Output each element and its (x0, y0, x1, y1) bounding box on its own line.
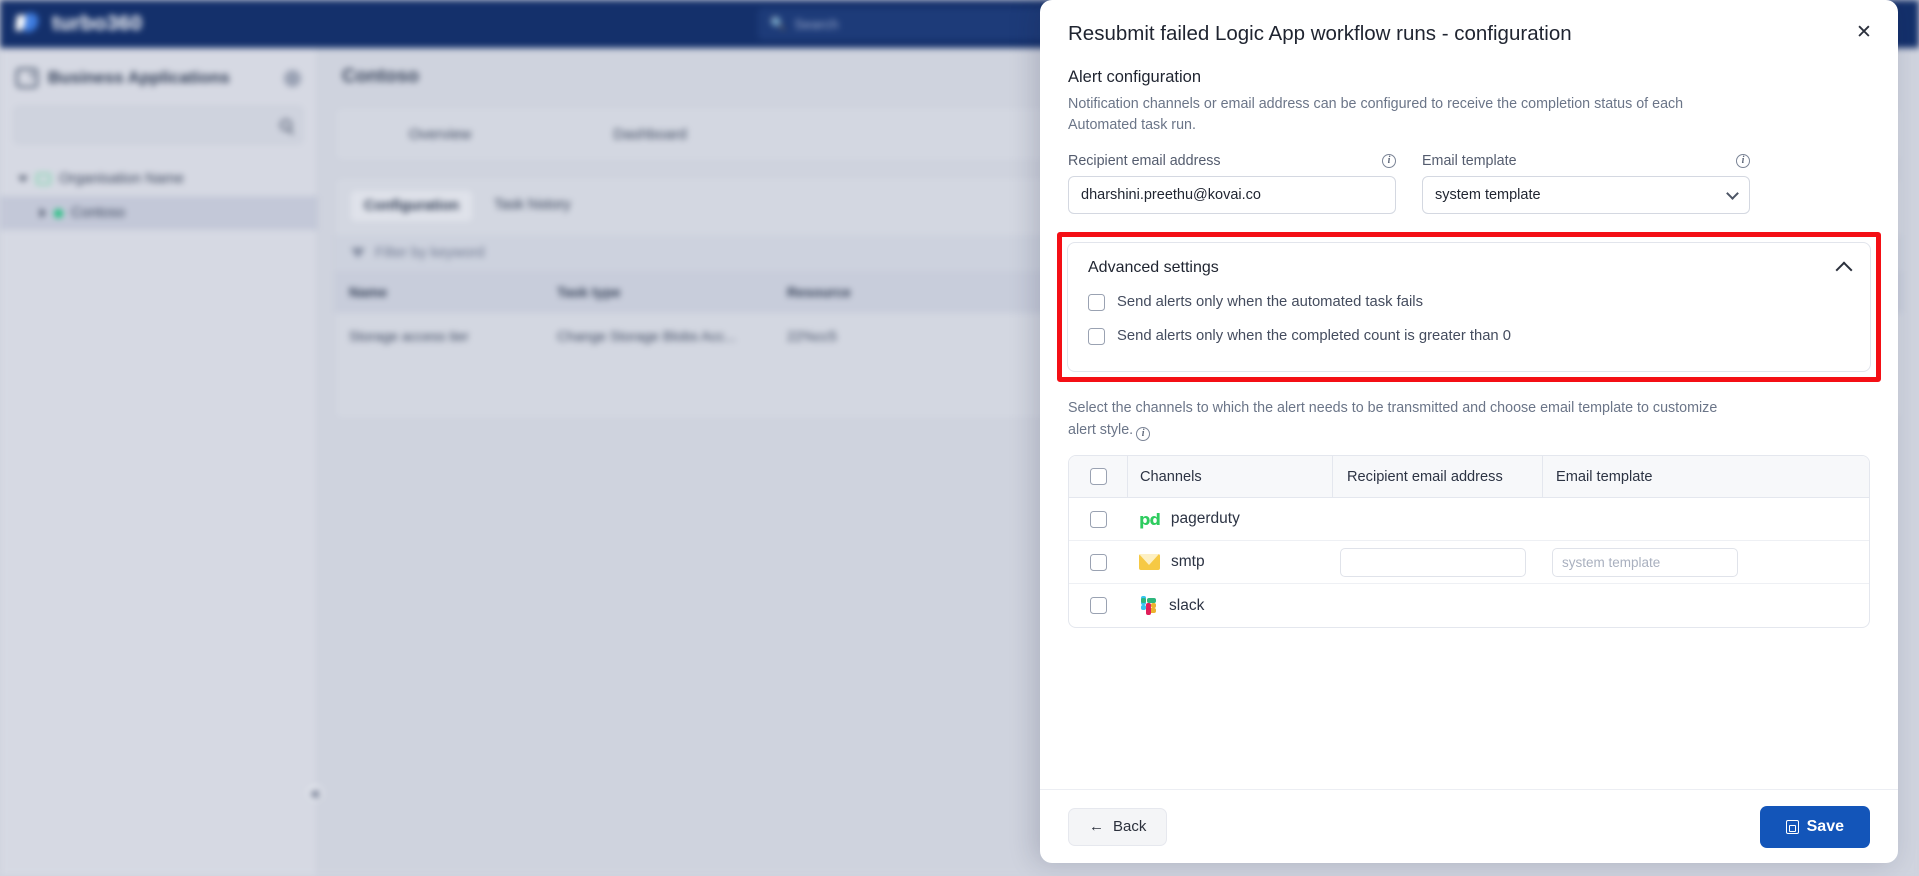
arrow-left-icon: ← (1089, 818, 1104, 835)
email-template-label: Email template (1422, 153, 1517, 170)
column-header-resource: Resource (787, 284, 851, 300)
channels-table: Channels Recipient email address Email t… (1068, 455, 1870, 629)
advanced-option-row[interactable]: Send alerts only when the automated task… (1088, 285, 1850, 319)
advanced-settings-highlight: Advanced settings Send alerts only when … (1057, 232, 1881, 383)
alert-configuration-description: Notification channels or email address c… (1068, 96, 1684, 133)
smtp-recipient-email-input[interactable] (1340, 547, 1526, 577)
channel-row-smtp[interactable]: smtp (1069, 541, 1869, 585)
cell-name: Storage access tier (349, 328, 469, 344)
checkbox-channel-slack[interactable] (1089, 597, 1107, 615)
save-button[interactable]: Save (1759, 805, 1870, 848)
info-icon[interactable]: i (1382, 154, 1396, 169)
cell-resource: 22%cc5 (787, 328, 837, 344)
recipient-email-label: Recipient email address (1068, 153, 1221, 170)
channels-description: Select the channels to which the alert n… (1068, 398, 1744, 441)
chevron-right-icon (40, 208, 46, 218)
column-header-recipient-email: Recipient email address (1332, 456, 1542, 498)
smtp-envelope-icon (1139, 554, 1160, 571)
recipient-email-input[interactable] (1068, 176, 1396, 215)
gear-icon[interactable] (284, 69, 301, 87)
checkbox-channel-pagerduty[interactable] (1089, 510, 1107, 528)
recipient-email-field-group: Recipient email address i (1068, 153, 1396, 215)
turbo360-logo-icon (14, 11, 40, 37)
checkbox-alert-on-completed-count[interactable] (1088, 327, 1105, 345)
status-dot-icon (54, 208, 63, 218)
channels-description-text: Select the channels to which the alert n… (1068, 400, 1718, 438)
advanced-option-row[interactable]: Send alerts only when the completed coun… (1088, 319, 1850, 353)
column-header-task-type: Task type (557, 284, 621, 300)
search-icon (280, 119, 292, 131)
sidebar: Business Applications Organisation Name … (0, 48, 318, 876)
email-template-select[interactable] (1422, 176, 1750, 215)
column-header-channels: Channels (1127, 456, 1332, 498)
channel-name-label: smtp (1171, 553, 1205, 571)
alert-fields-row: Recipient email address i Email template… (1068, 153, 1870, 215)
global-search-box[interactable]: 🔍 Search (758, 8, 1068, 40)
back-button-label: Back (1113, 818, 1147, 835)
checkbox-alert-on-failure[interactable] (1088, 293, 1105, 311)
brand-name: turbo360 (52, 12, 143, 35)
advanced-settings-title: Advanced settings (1088, 259, 1219, 277)
close-icon[interactable]: ✕ (1850, 18, 1878, 46)
business-applications-icon (16, 66, 38, 88)
modal-footer: ← Back Save (1040, 789, 1898, 863)
cell-task-type: Change Storage Blobs Acc... (557, 328, 736, 344)
filter-icon (351, 248, 365, 258)
info-icon[interactable]: i (1736, 154, 1750, 169)
channel-name-label: slack (1169, 596, 1205, 614)
tree-item-label: Organisation Name (59, 171, 184, 187)
email-template-field-group: Email template i (1422, 153, 1750, 215)
pagerduty-icon: pd (1139, 509, 1161, 529)
checkbox-channel-smtp[interactable] (1089, 553, 1107, 571)
checkbox-select-all-channels[interactable] (1089, 468, 1107, 486)
modal-header: Resubmit failed Logic App workflow runs … (1040, 0, 1898, 58)
slack-icon (1139, 596, 1158, 616)
advanced-option-label: Send alerts only when the completed coun… (1117, 328, 1512, 345)
modal-title: Resubmit failed Logic App workflow runs … (1068, 22, 1572, 45)
tab-overview[interactable]: Overview (335, 126, 545, 143)
tree-item-organisation[interactable]: Organisation Name (0, 162, 317, 196)
modal-body: Alert configuration Notification channel… (1040, 58, 1898, 789)
channel-row-pagerduty[interactable]: pd pagerduty (1069, 498, 1869, 542)
tab-configuration[interactable]: Configuration (349, 189, 475, 223)
sidebar-header: Business Applications (0, 48, 317, 94)
alert-configuration-heading: Alert configuration (1068, 68, 1201, 86)
save-button-label: Save (1806, 817, 1844, 835)
configuration-modal: Resubmit failed Logic App workflow runs … (1040, 0, 1898, 863)
tree-item-label: Contoso (71, 205, 126, 221)
tab-dashboard[interactable]: Dashboard (545, 126, 755, 143)
smtp-email-template-input[interactable] (1552, 547, 1738, 577)
column-header-email-template: Email template (1542, 456, 1869, 498)
back-button[interactable]: ← Back (1068, 807, 1168, 846)
channel-row-slack[interactable]: slack (1069, 584, 1869, 627)
tree-item-contoso[interactable]: Contoso (0, 196, 317, 230)
advanced-option-label: Send alerts only when the automated task… (1117, 294, 1423, 311)
global-search-placeholder: Search (794, 16, 839, 32)
sidebar-search-input[interactable] (14, 106, 303, 144)
chevron-down-icon (18, 176, 28, 182)
save-disk-icon (1785, 819, 1799, 834)
info-icon[interactable]: i (1136, 426, 1151, 441)
tab-task-history[interactable]: Task history (480, 189, 585, 223)
filter-placeholder: Filter by keyword (375, 245, 485, 261)
advanced-settings-card: Advanced settings Send alerts only when … (1067, 242, 1871, 373)
search-icon: 🔍 (770, 16, 787, 31)
channels-table-header: Channels Recipient email address Email t… (1069, 456, 1869, 499)
column-header-name: Name (349, 284, 388, 300)
sidebar-collapse-button[interactable]: ◀ (303, 782, 325, 804)
folder-icon (36, 173, 51, 185)
chevron-up-icon[interactable] (1835, 261, 1853, 279)
channel-name-label: pagerduty (1170, 510, 1240, 528)
sidebar-title: Business Applications (48, 68, 230, 87)
